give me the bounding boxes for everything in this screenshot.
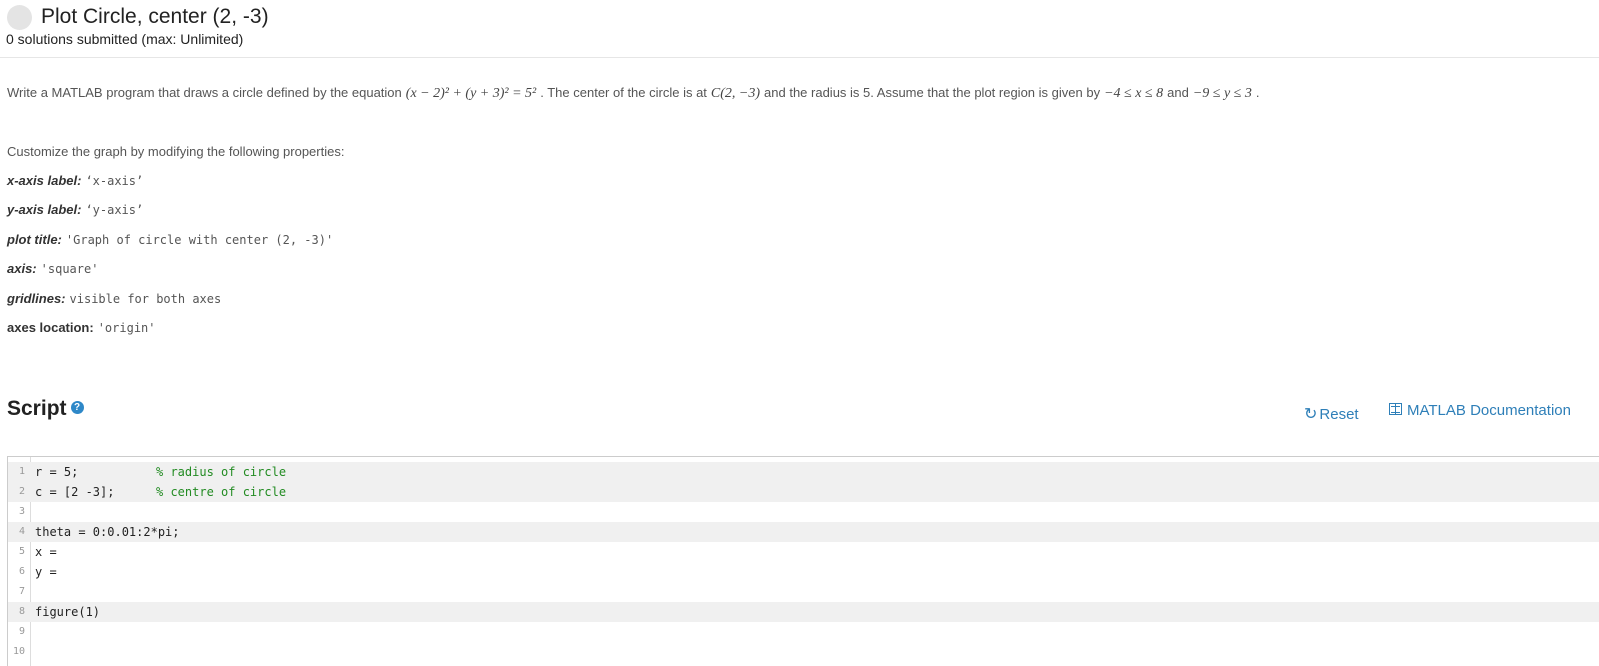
code-line[interactable]: 4 theta = 0:0.01:2*pi; — [8, 522, 1599, 542]
code-text[interactable]: figure(1) — [35, 602, 100, 622]
problem-page: Plot Circle, center (2, -3) 0 solutions … — [0, 0, 1599, 666]
script-heading: Script? — [7, 396, 84, 422]
problem-title: Plot Circle, center (2, -3) — [41, 5, 269, 28]
circle-center: C(2, −3) — [710, 86, 761, 101]
book-icon — [1389, 403, 1402, 416]
property-value: 'origin' — [97, 321, 156, 335]
property-value: ‘x-axis’ — [85, 174, 144, 188]
circle-equation: (x − 2)² + (y + 3)² = 5² — [405, 86, 537, 101]
property-value: 'square' — [40, 262, 99, 276]
status-indicator-icon — [7, 5, 32, 30]
y-range: −9 ≤ y ≤ 3 — [1192, 86, 1252, 101]
line-number: 1 — [18, 466, 25, 477]
line-number: 3 — [18, 506, 25, 517]
code-line[interactable]: 7 — [8, 582, 1599, 602]
code-lines[interactable]: 1 r = 5; % radius of circle 2 c = [2 -3]; % c… — [8, 462, 1599, 662]
description-text: . The center of the circle is at — [540, 85, 707, 100]
property-y-axis-label: y-axis label: ‘y-axis’ — [7, 201, 143, 219]
property-value: ‘y-axis’ — [85, 203, 144, 217]
property-label: y-axis label: — [7, 202, 82, 217]
code-editor[interactable]: 1 r = 5; % radius of circle 2 c = [2 -3]; % c… — [7, 456, 1599, 666]
x-range: −4 ≤ x ≤ 8 — [1104, 86, 1164, 101]
line-number: 5 — [18, 546, 25, 557]
code-line[interactable]: 10 — [8, 642, 1599, 662]
line-number: 6 — [18, 566, 25, 577]
property-value: 'Graph of circle with center (2, -3)' — [65, 233, 334, 247]
property-axis: axis:'square' — [7, 260, 98, 278]
problem-description: Write a MATLAB program that draws a circ… — [7, 84, 1259, 103]
property-label: x-axis label: — [7, 173, 82, 188]
code-text[interactable]: x = — [35, 542, 57, 562]
submission-count: 0 solutions submitted (max: Unlimited) — [6, 31, 244, 47]
property-label: axes location: — [7, 320, 94, 335]
reset-button[interactable]: ↻ Reset — [1304, 404, 1359, 424]
code-text[interactable]: r = 5; — [35, 462, 78, 482]
line-number: 2 — [18, 486, 25, 497]
line-number: 10 — [12, 646, 25, 657]
code-text[interactable]: theta = 0:0.01:2*pi; — [35, 522, 180, 542]
property-label: plot title: — [7, 232, 62, 247]
property-label: axis: — [7, 261, 37, 276]
code-line[interactable]: 5 x = — [8, 542, 1599, 562]
property-value: visible for both axes — [69, 292, 222, 306]
line-number: 9 — [18, 626, 25, 637]
code-text[interactable]: y = — [35, 562, 57, 582]
line-number: 7 — [18, 586, 25, 597]
description-text: Write a MATLAB program that draws a circ… — [7, 85, 402, 100]
description-text: and — [1167, 85, 1189, 100]
description-text: and the radius is 5. Assume that the plo… — [764, 85, 1101, 100]
script-heading-label: Script — [7, 397, 67, 420]
line-number: 4 — [18, 526, 25, 537]
documentation-label: MATLAB Documentation — [1407, 402, 1571, 419]
property-plot-title: plot title: 'Graph of circle with center … — [7, 231, 333, 249]
reset-label: Reset — [1319, 406, 1359, 423]
property-x-axis-label: x-axis label: ‘x-axis’ — [7, 172, 143, 190]
customize-instructions: Customize the graph by modifying the fol… — [7, 144, 345, 159]
line-number: 8 — [18, 606, 25, 617]
code-line[interactable]: 8 figure(1) — [8, 602, 1599, 622]
problem-header: Plot Circle, center (2, -3) 0 solutions … — [0, 0, 1599, 58]
property-gridlines: gridlines: visible for both axes — [7, 290, 221, 308]
code-line[interactable]: 6 y = — [8, 562, 1599, 582]
refresh-icon: ↻ — [1304, 406, 1318, 423]
code-line[interactable]: 3 — [8, 502, 1599, 522]
property-label: gridlines: — [7, 291, 66, 306]
code-line[interactable]: 1 r = 5; % radius of circle — [8, 462, 1599, 482]
code-line[interactable]: 2 c = [2 -3]; % centre of circle — [8, 482, 1599, 502]
code-comment[interactable]: % centre of circle — [156, 482, 286, 502]
matlab-documentation-link[interactable]: MATLAB Documentation — [1389, 402, 1571, 419]
code-line[interactable]: 9 — [8, 622, 1599, 642]
property-axes-location: axes location:'origin' — [7, 319, 156, 337]
question-circle-icon[interactable]: ? — [70, 400, 84, 414]
code-comment[interactable]: % radius of circle — [156, 462, 286, 482]
code-text[interactable]: c = [2 -3]; — [35, 482, 114, 502]
description-text: . — [1255, 85, 1260, 100]
